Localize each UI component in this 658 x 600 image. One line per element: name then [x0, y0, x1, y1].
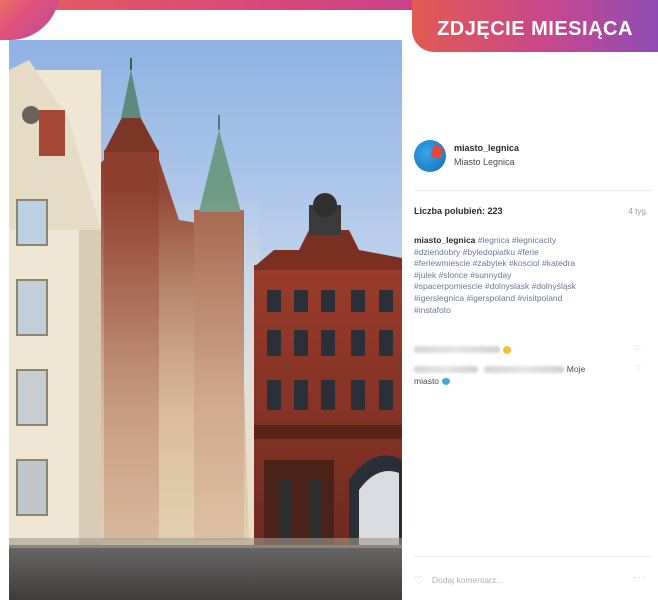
- caption-line[interactable]: #instafoto: [414, 305, 451, 315]
- more-dots-icon[interactable]: ···: [633, 572, 646, 583]
- comment-1: [414, 344, 511, 356]
- caption-line[interactable]: #feriewmiescie #zabytek #kosciol #katedr…: [414, 258, 575, 268]
- caption-username[interactable]: miasto_legnica: [414, 235, 475, 245]
- caption-line[interactable]: #igerslegnica #igerspoland #visitpoland: [414, 293, 562, 303]
- cathedral-scene: [9, 40, 402, 600]
- smile-emoji-icon: [503, 345, 511, 354]
- add-comment-field[interactable]: ♡ Dodaj komentarz...: [414, 570, 650, 590]
- caption-line[interactable]: #julek #slonce #sunnyday: [414, 270, 511, 280]
- post-side-panel: miasto_legnica Miasto Legnica Liczba pol…: [402, 52, 658, 600]
- blurred-comment-text: [414, 346, 500, 354]
- banner-title: ZDJĘCIE MIESIĄCA: [437, 17, 633, 40]
- post-caption: miasto_legnica #legnica #legnicacity #dz…: [414, 235, 646, 316]
- post-photo[interactable]: [9, 40, 402, 600]
- likes-count[interactable]: Liczba polubień: 223: [414, 206, 503, 216]
- post-age[interactable]: 4 tyg.: [628, 207, 648, 216]
- blurred-comment-text: [484, 366, 565, 374]
- footer-divider: [414, 556, 652, 557]
- month-photo-banner: ZDJĘCIE MIESIĄCA: [412, 0, 658, 52]
- caption-line[interactable]: #spacerpomiescie #dolnyslask #dolnyśląsk: [414, 281, 576, 291]
- caption-line[interactable]: #dziendobry #byledopiatku #ferie: [414, 247, 539, 257]
- caption-line[interactable]: #legnica #legnicacity: [478, 235, 556, 245]
- profile-avatar[interactable]: [414, 140, 446, 172]
- comment-text: miasto: [414, 375, 440, 386]
- blurred-commenter: [414, 366, 478, 374]
- header-divider: [414, 190, 652, 191]
- post-username[interactable]: miasto_legnica: [454, 143, 519, 153]
- comment-text: Moje: [566, 364, 586, 374]
- add-comment-placeholder[interactable]: Dodaj komentarz...: [432, 575, 503, 585]
- corner-logo: [0, 0, 60, 40]
- comment-like-icon[interactable]: ♡: [634, 344, 641, 353]
- heart-outline-icon[interactable]: ♡: [414, 574, 424, 587]
- comment-2: Moje miasto: [414, 364, 585, 387]
- heart-emoji-icon: [442, 377, 451, 385]
- comment-like-icon[interactable]: ♡: [634, 364, 641, 373]
- post-location[interactable]: Miasto Legnica: [454, 157, 515, 167]
